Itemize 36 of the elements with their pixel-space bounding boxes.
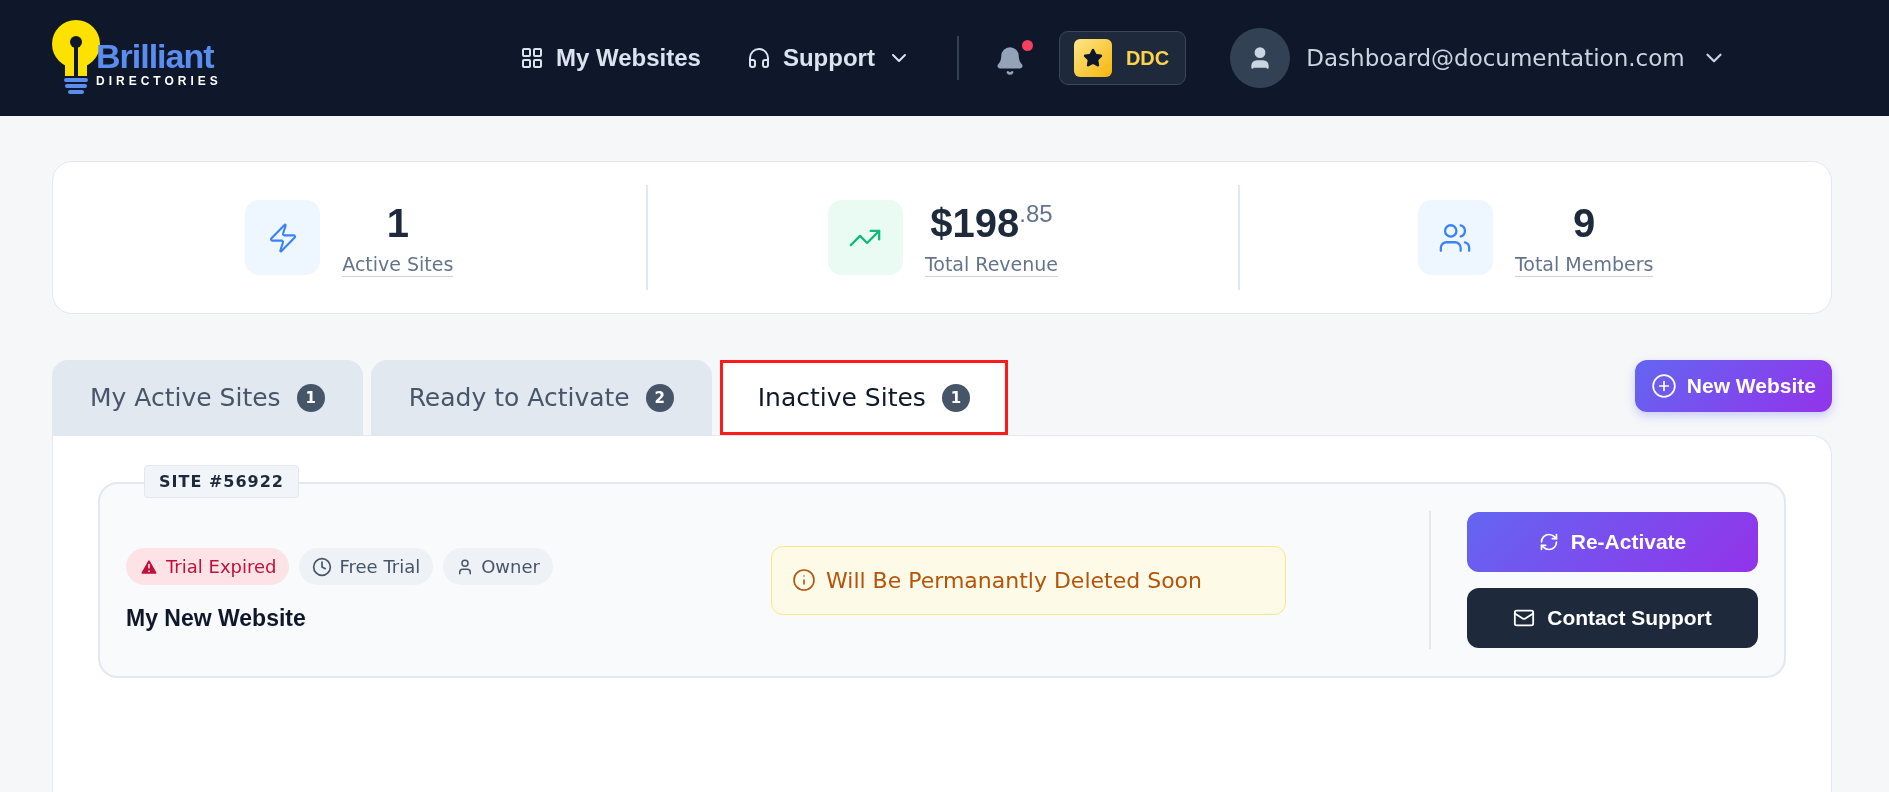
status-tag: Free Trial <box>299 548 434 585</box>
membership-badge[interactable]: DDC <box>1058 31 1187 85</box>
refresh-icon <box>1538 532 1559 552</box>
count-badge: 1 <box>941 383 970 412</box>
account-menu[interactable]: Dashboard@documentation.com <box>1230 28 1727 88</box>
logo-subword: DIRECTORIES <box>96 74 222 88</box>
count-badge: 1 <box>296 383 325 412</box>
count-badge: 2 <box>645 383 674 412</box>
nav-link[interactable]: My Websites <box>520 44 701 72</box>
stat-value: 9 <box>1573 199 1596 247</box>
grid-icon <box>520 46 544 70</box>
site-name: My New Website <box>126 605 307 632</box>
trend-chart-icon <box>827 200 903 275</box>
action-button[interactable]: Re-Activate <box>1467 512 1758 572</box>
stat-value: 1 <box>386 199 409 247</box>
headset-icon <box>746 46 771 70</box>
tab[interactable]: Inactive Sites 1 <box>719 360 1008 435</box>
action-button[interactable]: Contact Support <box>1467 588 1758 648</box>
tab[interactable]: My Active Sites 1 <box>52 360 363 435</box>
mail-icon <box>1513 607 1536 629</box>
status-tag: Owner <box>443 548 553 585</box>
deletion-notice: Will Be Permanantly Deleted Soon <box>771 545 1286 615</box>
stat-label: Active Sites <box>342 252 454 277</box>
stat-label: Total Members <box>1514 252 1654 277</box>
new-website-button[interactable]: New Website <box>1634 360 1832 412</box>
tab[interactable]: Ready to Activate 2 <box>370 360 712 435</box>
plus-circle-icon <box>1650 373 1677 399</box>
nav-link[interactable]: Support <box>746 44 911 72</box>
stat-label: Total Revenue <box>924 252 1059 277</box>
users-icon <box>1417 200 1493 275</box>
lightning-icon <box>245 200 321 275</box>
clock-icon <box>312 556 333 577</box>
site-number: SITE #56922 <box>144 465 299 498</box>
info-icon <box>792 568 816 592</box>
logo-word: Brilliant <box>96 38 216 74</box>
status-tag: Trial Expired <box>126 548 290 585</box>
